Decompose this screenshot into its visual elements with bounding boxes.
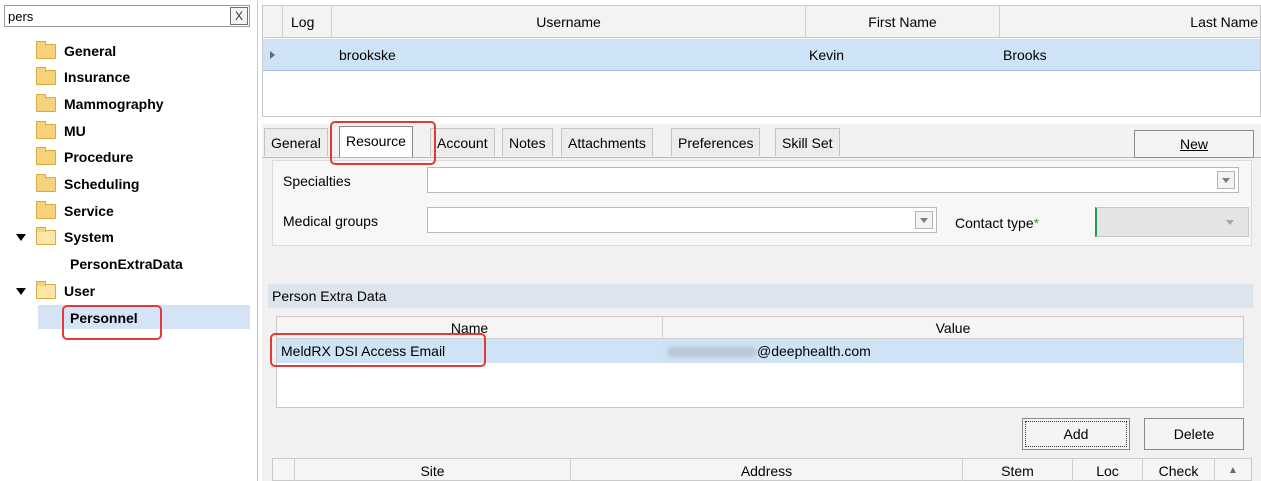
expand-arrow-icon[interactable] [16, 288, 26, 295]
tab-general[interactable]: General [264, 128, 328, 156]
person-extra-data-header: Person Extra Data [268, 284, 1253, 308]
folder-icon [36, 120, 56, 139]
delete-button[interactable]: Delete [1144, 418, 1244, 450]
cell-value: @deephealth.com [667, 339, 871, 363]
tree-item-user[interactable]: User [36, 278, 95, 304]
open-folder-icon [36, 226, 56, 245]
table-row[interactable]: MeldRX DSI Access Email @deephealth.com [277, 339, 1243, 363]
row-selector-header [273, 459, 295, 481]
navigation-panel: X General Insurance Mammography MU Proce… [0, 0, 258, 481]
cell-name: MeldRX DSI Access Email [281, 343, 446, 359]
tree-item-insurance[interactable]: Insurance [36, 64, 130, 90]
clear-search-button[interactable]: X [230, 7, 248, 25]
tree-item-scheduling[interactable]: Scheduling [36, 171, 139, 197]
column-header-log[interactable]: Log [283, 6, 332, 38]
open-folder-icon [36, 280, 56, 299]
row-pointer-icon [270, 51, 275, 59]
tab-attachments[interactable]: Attachments [561, 128, 653, 156]
column-header-name[interactable]: Name [277, 317, 663, 339]
specialties-dropdown[interactable] [427, 167, 1239, 193]
column-header-loc[interactable]: Loc [1073, 459, 1143, 481]
table-row[interactable]: brookske Kevin Brooks [263, 39, 1260, 71]
tree-item-general[interactable]: General [36, 38, 116, 64]
tree-item-label: Scheduling [64, 176, 140, 192]
person-extra-data-grid: Name Value MeldRX DSI Access Email @deep… [276, 316, 1244, 408]
tree-item-procedure[interactable]: Procedure [36, 144, 133, 170]
search-box: X [4, 5, 250, 27]
tree-item-personnel[interactable]: Personnel [70, 305, 138, 331]
column-header-username[interactable]: Username [332, 6, 806, 38]
required-marker: * [1033, 215, 1040, 231]
resource-fields-panel: Specialties Medical groups Contact type* [272, 160, 1252, 246]
tree-item-label: User [64, 283, 96, 299]
tree-item-label: MU [64, 123, 86, 139]
site-grid-header: Site Address Stem Loc Check ▲ [272, 458, 1252, 481]
tree-item-mammography[interactable]: Mammography [36, 91, 164, 117]
tree-item-label: System [64, 229, 114, 245]
tree-item-personextradata[interactable]: PersonExtraData [70, 251, 183, 277]
cell-last-name: Brooks [1003, 47, 1047, 63]
resource-tab-content: Specialties Medical groups Contact type*… [262, 158, 1261, 481]
dropdown-arrow-icon[interactable] [1217, 171, 1235, 189]
users-grid: Log Username First Name Last Name brooks… [262, 5, 1261, 117]
tree-item-label: PersonExtraData [70, 256, 183, 272]
folder-icon [36, 66, 56, 85]
grid-header: Log Username First Name Last Name [263, 6, 1260, 38]
tab-skill-set[interactable]: Skill Set [775, 128, 840, 156]
email-domain: @deephealth.com [757, 343, 871, 359]
tree-item-label: Service [64, 203, 114, 219]
tree-item-mu[interactable]: MU [36, 118, 86, 144]
tree-item-label: Personnel [70, 310, 138, 326]
tree-item-label: Insurance [64, 69, 131, 85]
cell-first-name: Kevin [809, 47, 845, 63]
grid-header: Name Value [277, 317, 1243, 339]
search-input[interactable] [5, 6, 225, 26]
column-header-last-name[interactable]: Last Name [1000, 6, 1261, 38]
column-header-stem[interactable]: Stem [963, 459, 1073, 481]
expand-arrow-icon[interactable] [16, 234, 26, 241]
tab-notes[interactable]: Notes [502, 128, 553, 156]
medical-groups-label: Medical groups [283, 213, 378, 229]
folder-icon [36, 146, 56, 165]
tree-item-label: Mammography [64, 96, 164, 112]
folder-icon [36, 40, 56, 59]
tree-item-system[interactable]: System [36, 224, 114, 250]
contact-type-dropdown[interactable] [1095, 207, 1249, 237]
tab-account[interactable]: Account [430, 128, 495, 156]
tree-item-label: Procedure [64, 149, 134, 165]
tree-item-service[interactable]: Service [36, 198, 114, 224]
column-header-check[interactable]: Check [1143, 459, 1215, 481]
tab-resource[interactable]: Resource [339, 126, 413, 157]
medical-groups-dropdown[interactable] [427, 207, 937, 233]
scroll-up-arrow-icon[interactable]: ▲ [1215, 459, 1251, 481]
folder-icon [36, 93, 56, 112]
new-button[interactable]: New [1134, 130, 1254, 158]
folder-icon [36, 200, 56, 219]
column-header-value[interactable]: Value [663, 317, 1243, 339]
contact-type-text: Contact type [955, 215, 1034, 231]
dropdown-arrow-icon[interactable] [915, 211, 933, 229]
specialties-label: Specialties [283, 173, 351, 189]
tab-bar: General Resource Account Notes Attachmen… [262, 124, 1261, 158]
column-header-address[interactable]: Address [571, 459, 963, 481]
redacted-text [667, 347, 757, 358]
contact-type-label: Contact type* [955, 215, 1039, 231]
cell-username: brookske [339, 47, 396, 63]
tab-preferences[interactable]: Preferences [671, 128, 761, 156]
add-button[interactable]: Add [1022, 418, 1130, 450]
column-header-site[interactable]: Site [295, 459, 571, 481]
folder-icon [36, 173, 56, 192]
row-selector-header [263, 6, 283, 38]
column-header-first-name[interactable]: First Name [806, 6, 1000, 38]
tree-item-label: General [64, 43, 117, 59]
new-button-label: New [1179, 136, 1208, 152]
